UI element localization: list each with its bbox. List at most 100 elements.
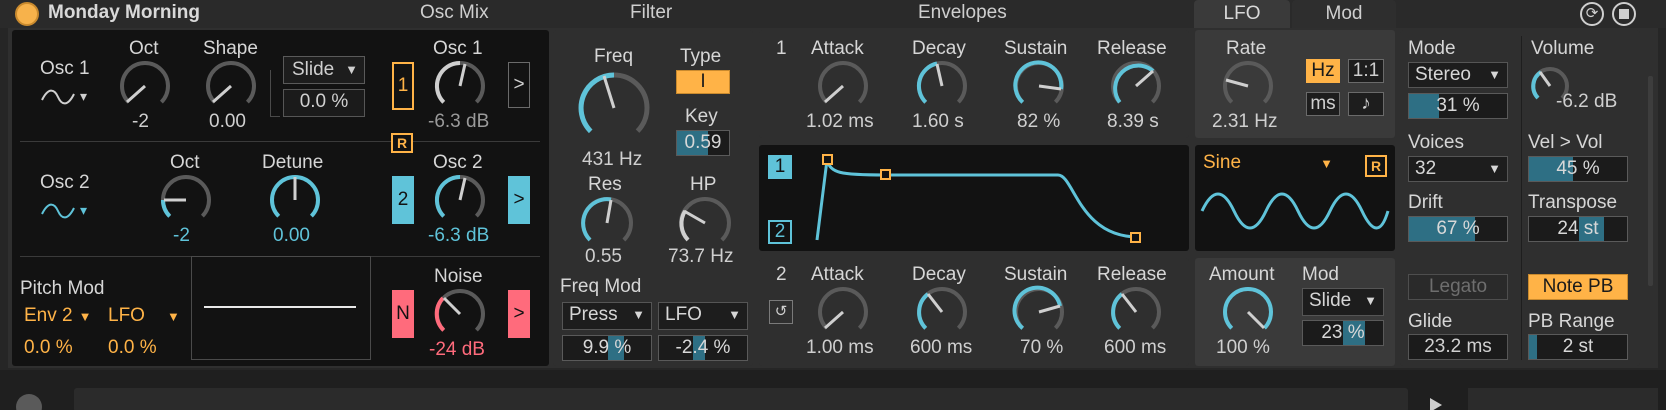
lfo-amount-label: Amount (1209, 264, 1275, 285)
filter-hp-knob[interactable] (676, 194, 734, 252)
osc2-waveform-icon[interactable] (40, 200, 76, 222)
osc2-wave-dropdown-arrow[interactable]: ▾ (80, 202, 87, 219)
lfo-ms-label: ms (1310, 93, 1336, 114)
play-icon[interactable] (1430, 398, 1442, 410)
env2-release-knob[interactable] (1108, 284, 1164, 340)
filter-res-knob[interactable] (578, 194, 636, 252)
env2-release-label: Release (1097, 264, 1167, 285)
env2-sustain-knob[interactable] (1011, 284, 1067, 340)
mode-amount-slider[interactable]: 31 % (1408, 93, 1508, 119)
env1-sustain-label: Sustain (1004, 38, 1068, 59)
lfo-mod-source-dropdown[interactable]: Slide ▼ (1302, 288, 1384, 316)
mode-dropdown[interactable]: Stereo ▼ (1408, 62, 1508, 88)
lfo-retrigger-button[interactable]: R (1365, 155, 1387, 177)
env-release-handle[interactable] (1130, 232, 1141, 243)
env1-sustain-knob[interactable] (1011, 58, 1067, 114)
osc1-fx-arrow-button[interactable]: > (508, 62, 530, 108)
note-pb-button[interactable]: Note PB (1528, 274, 1628, 300)
lfo-amount-knob[interactable] (1220, 284, 1276, 340)
env-decay-handle[interactable] (880, 169, 891, 180)
osc1-slide-value[interactable]: 0.0 % (283, 89, 365, 117)
glide-value[interactable]: 23.2 ms (1408, 334, 1508, 360)
pitch-mod-display-line (204, 306, 356, 308)
lfo-ms-button[interactable]: ms (1306, 92, 1340, 116)
env1-attack-knob[interactable] (815, 58, 871, 114)
osc1-mix-knob[interactable] (432, 58, 488, 114)
drift-slider[interactable]: 67 % (1408, 216, 1508, 242)
save-preset-icon[interactable] (1612, 2, 1636, 26)
env1-decay-knob[interactable] (914, 58, 970, 114)
osc2-oct-label: Oct (170, 152, 200, 173)
env1-number: 1 (776, 38, 787, 59)
lfo-mod-amount-slider[interactable]: 23 % (1302, 320, 1384, 346)
env1-release-knob[interactable] (1108, 58, 1164, 114)
filter-type-button[interactable]: I (676, 70, 730, 94)
device-on-toggle[interactable] (15, 2, 39, 26)
lfo-ratio-button[interactable]: 1:1 (1348, 59, 1384, 83)
filter-mod-source2-dropdown[interactable]: LFO ▼ (658, 302, 748, 330)
filter-mod-source1-label: Press (569, 304, 618, 325)
filter-freq-knob[interactable] (574, 68, 654, 148)
filter-mod-source1-dropdown[interactable]: Press ▼ (562, 302, 652, 330)
osc2-select-button[interactable]: 2 (392, 176, 414, 224)
volume-label: Volume (1531, 38, 1595, 59)
osc2-fx-arrow-button[interactable]: > (508, 176, 530, 224)
osc1-waveform-icon[interactable] (40, 86, 76, 108)
osc-retrigger-button[interactable]: R (391, 133, 413, 153)
filter-mod-amount2-slider[interactable]: -2.4 % (658, 335, 748, 361)
osc1-oct-knob[interactable] (117, 58, 173, 114)
chevron-right-icon: > (513, 303, 525, 324)
noise-select-button[interactable]: N (392, 290, 414, 338)
tab-lfo-label: LFO (1223, 3, 1261, 24)
env2-attack-knob[interactable] (815, 284, 871, 340)
osc1-wave-dropdown-arrow[interactable]: ▾ (80, 88, 87, 105)
osc1-shape-knob[interactable] (203, 58, 259, 114)
pitch-mod-amount2[interactable]: 0.0 % (108, 337, 157, 359)
filter-key-slider[interactable]: 0.59 (676, 130, 730, 156)
hot-swap-icon[interactable]: ⟳ (1580, 2, 1604, 26)
noise-knob[interactable] (432, 286, 488, 342)
env1-sustain-value: 82 % (1017, 111, 1061, 132)
filter-freq-mod-label: Freq Mod (560, 276, 642, 297)
noise-fx-arrow-button[interactable]: > (508, 290, 530, 338)
env2-decay-knob[interactable] (914, 284, 970, 340)
lfo-wave-dropdown[interactable]: Sine ▼ (1203, 152, 1339, 178)
osc2-detune-knob[interactable] (267, 172, 323, 228)
chevron-down-icon: ▼ (632, 307, 645, 322)
tab-mod[interactable]: Mod (1292, 0, 1396, 28)
osc1-select-button[interactable]: 1 (392, 62, 414, 110)
env2-number: 2 (776, 264, 787, 285)
pitch-mod-source1-dropdown[interactable]: Env 2 ▼ (24, 305, 91, 327)
pitch-mod-source2-dropdown[interactable]: LFO ▼ (108, 305, 180, 327)
chevron-down-icon: ▼ (78, 309, 92, 324)
pitch-mod-amount1[interactable]: 0.0 % (24, 337, 73, 359)
env2-loop-button[interactable]: ↺ (769, 300, 793, 324)
section-title-filter: Filter (630, 2, 673, 23)
lfo-note-button[interactable]: ♪ (1348, 92, 1384, 116)
osc2-detune-label: Detune (262, 152, 324, 173)
osc2-detune-value: 0.00 (273, 225, 310, 246)
lfo-rate-knob[interactable] (1220, 58, 1276, 114)
pitch-mod-display (191, 256, 371, 360)
lfo-hz-button[interactable]: Hz (1306, 59, 1340, 83)
filter-freq-label: Freq (594, 46, 634, 67)
osc1-slide-bracket (270, 70, 280, 117)
pb-range-slider[interactable]: 2 st (1528, 334, 1628, 360)
env1-decay-value: 1.60 s (912, 111, 964, 132)
voices-label: Voices (1408, 132, 1464, 153)
drift-value: 67 % (1436, 218, 1480, 239)
filter-type-label: Type (680, 46, 722, 67)
legato-button[interactable]: Legato (1408, 274, 1508, 300)
transpose-slider[interactable]: 24 st (1528, 216, 1628, 242)
voices-dropdown[interactable]: 32 ▼ (1408, 156, 1508, 182)
noise-label: Noise (434, 266, 483, 287)
env-attack-handle[interactable] (822, 154, 833, 165)
osc2-mix-value: -6.3 dB (428, 225, 490, 246)
osc1-slide-dropdown[interactable]: Slide ▼ (283, 56, 365, 84)
tab-lfo[interactable]: LFO (1194, 0, 1290, 28)
device-scrollbar[interactable] (1648, 76, 1653, 286)
filter-mod-amount1-slider[interactable]: 9.9 % (562, 335, 652, 361)
osc2-mix-knob[interactable] (432, 172, 488, 228)
vel-vol-slider[interactable]: 45 % (1528, 156, 1628, 182)
osc2-oct-knob[interactable] (158, 172, 214, 228)
